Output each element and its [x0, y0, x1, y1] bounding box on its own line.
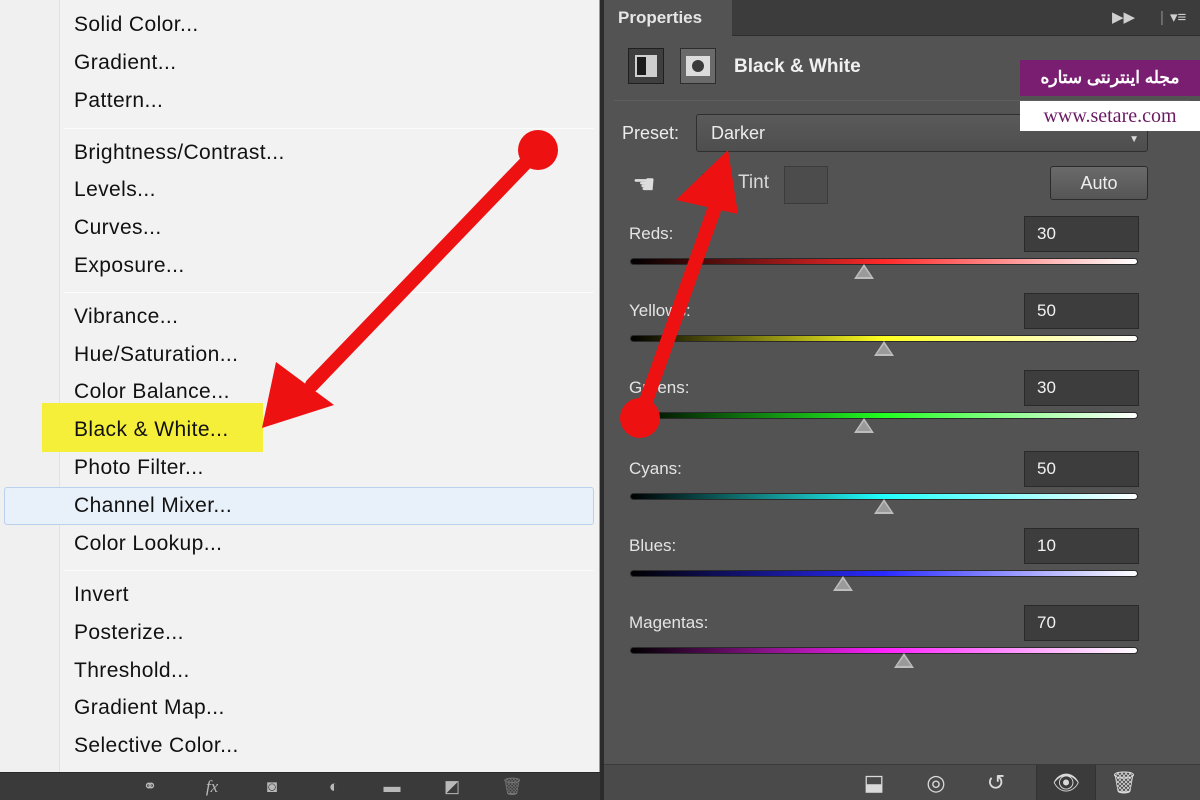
layers-toolbar: ⚭ fx ◙ ◐ ▬ ◩ 🗑 [0, 772, 600, 800]
header-divider: | [1160, 9, 1164, 26]
menu-item-color-balance[interactable]: Color Balance... [74, 379, 230, 405]
menu-item-pattern[interactable]: Pattern... [74, 88, 163, 114]
menu-item-gradient[interactable]: Gradient... [74, 50, 176, 76]
slider-label-magentas: Magentas: [629, 613, 709, 632]
add-mask-icon[interactable]: ◙ [256, 776, 288, 798]
slider-value-reds[interactable]: 30 [1024, 216, 1139, 252]
slider-value-blues[interactable]: 10 [1024, 528, 1139, 564]
clip-to-layer-icon[interactable]: ⬓ [854, 770, 894, 796]
menu-item-levels[interactable]: Levels... [74, 177, 156, 203]
menu-item-invert[interactable]: Invert [74, 582, 129, 608]
menu-separator [64, 128, 594, 129]
visibility-eye-icon[interactable]: 👁 [1036, 765, 1096, 800]
slider-track-reds[interactable] [630, 258, 1138, 265]
tint-color-swatch[interactable] [784, 166, 828, 204]
adjustment-menu: Solid Color... Gradient... Pattern... Br… [0, 0, 600, 772]
slider-label-blues: Blues: [629, 536, 677, 555]
tint-label: Tint [738, 172, 769, 193]
menu-item-hue-saturation[interactable]: Hue/Saturation... [74, 342, 238, 368]
slider-label-yellows: Yellows: [629, 301, 691, 320]
trash-icon[interactable]: 🗑 [1104, 770, 1144, 796]
panel-menu-icon[interactable]: ▾≡ [1170, 8, 1186, 28]
slider-thumb-reds[interactable] [853, 264, 874, 279]
slider-track-magentas[interactable] [630, 647, 1138, 654]
menu-item-selective-color[interactable]: Selective Color... [74, 733, 239, 759]
expand-icon[interactable]: ▶▶ [1112, 8, 1135, 28]
menu-separator [64, 292, 594, 293]
tab-properties[interactable]: Properties [604, 0, 732, 36]
menu-item-threshold[interactable]: Threshold... [74, 658, 190, 684]
reset-icon[interactable]: ↺ [976, 770, 1016, 796]
menu-item-black-white[interactable]: Black & White... [74, 417, 229, 443]
folder-icon[interactable]: ▬ [376, 776, 408, 798]
slider-value-yellows[interactable]: 50 [1024, 293, 1139, 329]
view-previous-icon[interactable]: ◎ [916, 770, 956, 796]
menu-icon-gutter [0, 0, 60, 772]
slider-thumb-cyans[interactable] [874, 499, 894, 514]
menu-separator [64, 570, 594, 571]
slider-label-reds: Reds: [629, 224, 674, 243]
menu-item-brightness-contrast[interactable]: Brightness/Contrast... [74, 140, 285, 166]
layer-mask-icon[interactable] [680, 48, 716, 84]
adjustment-title: Black & White [734, 56, 861, 77]
menu-item-exposure[interactable]: Exposure... [74, 253, 185, 279]
watermark-url: www.setare.com [1020, 101, 1200, 131]
link-icon[interactable]: ⚭ [134, 776, 166, 798]
properties-toolbar: ⬓ ◎ ↺ 👁 🗑 [604, 764, 1200, 800]
menu-item-posterize[interactable]: Posterize... [74, 620, 184, 646]
tint-checkbox[interactable] [702, 174, 720, 192]
menu-item-color-lookup[interactable]: Color Lookup... [74, 531, 222, 557]
trash-icon[interactable]: 🗑 [496, 776, 528, 798]
slider-thumb-magentas[interactable] [894, 653, 915, 668]
menu-item-curves[interactable]: Curves... [74, 215, 162, 241]
slider-label-greens: Greens: [629, 378, 690, 397]
menu-item-photo-filter[interactable]: Photo Filter... [74, 455, 204, 481]
preset-label: Preset: [622, 123, 680, 143]
targeted-adjustment-hand-icon[interactable]: ☚ [626, 166, 662, 202]
fx-icon[interactable]: fx [196, 776, 228, 798]
new-layer-icon[interactable]: ◩ [436, 776, 468, 798]
menu-item-vibrance[interactable]: Vibrance... [74, 304, 178, 330]
preset-value: Darker [711, 123, 766, 143]
slider-thumb-yellows[interactable] [874, 341, 894, 356]
menu-item-channel-mixer[interactable]: Channel Mixer... [74, 493, 232, 519]
slider-track-greens[interactable] [630, 412, 1138, 419]
slider-track-blues[interactable] [630, 570, 1138, 577]
adjustment-icon[interactable]: ◐ [318, 776, 350, 798]
menu-item-gradient-map[interactable]: Gradient Map... [74, 695, 225, 721]
slider-value-magentas[interactable]: 70 [1024, 605, 1139, 641]
auto-button[interactable]: Auto [1050, 166, 1148, 200]
slider-thumb-greens[interactable] [853, 418, 874, 433]
slider-thumb-blues[interactable] [833, 576, 854, 591]
slider-label-cyans: Cyans: [629, 459, 682, 478]
panel-header: Properties ▶▶ | ▾≡ [604, 0, 1200, 36]
adjustment-layer-icon[interactable] [628, 48, 664, 84]
slider-value-cyans[interactable]: 50 [1024, 451, 1139, 487]
menu-item-solid-color[interactable]: Solid Color... [74, 12, 199, 38]
watermark-title: مجله اینترنتی ستاره [1020, 60, 1200, 96]
slider-value-greens[interactable]: 30 [1024, 370, 1139, 406]
